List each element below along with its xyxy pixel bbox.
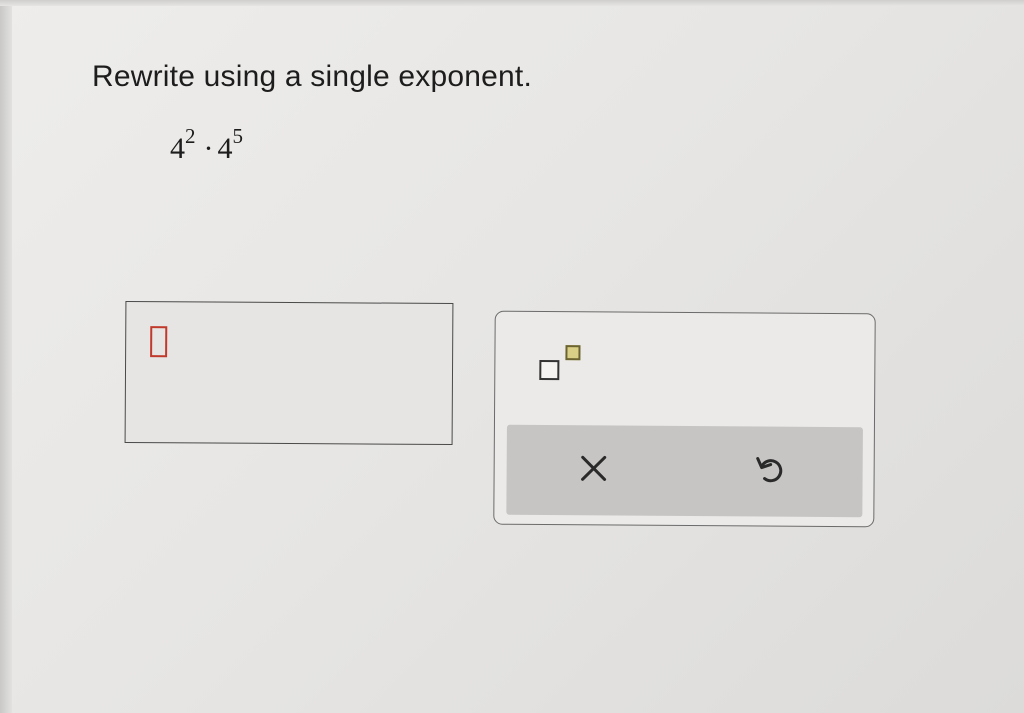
- window-edge-top: [0, 0, 1024, 6]
- window-edge-left: [0, 0, 12, 713]
- math-expression: 42 · 45: [170, 124, 243, 166]
- term2-base: 4: [217, 132, 233, 165]
- answer-input[interactable]: [124, 300, 454, 446]
- undo-icon: [756, 457, 783, 483]
- superscript-template-icon: [539, 359, 560, 381]
- term1-exponent: 2: [185, 124, 196, 148]
- superscript-slot-icon: [565, 345, 581, 361]
- answer-cursor-slot[interactable]: [150, 326, 168, 358]
- keypad-action-bar: [506, 424, 863, 518]
- math-keypad: [493, 310, 876, 528]
- question-instruction: Rewrite using a single exponent.: [92, 60, 532, 93]
- clear-button[interactable]: [568, 443, 618, 493]
- term1-base: 4: [170, 132, 185, 165]
- close-icon: [581, 455, 607, 481]
- multiply-operator: ·: [203, 132, 214, 165]
- term2-exponent: 5: [232, 124, 244, 148]
- undo-button[interactable]: [744, 444, 794, 494]
- exponent-template-button[interactable]: [535, 342, 589, 386]
